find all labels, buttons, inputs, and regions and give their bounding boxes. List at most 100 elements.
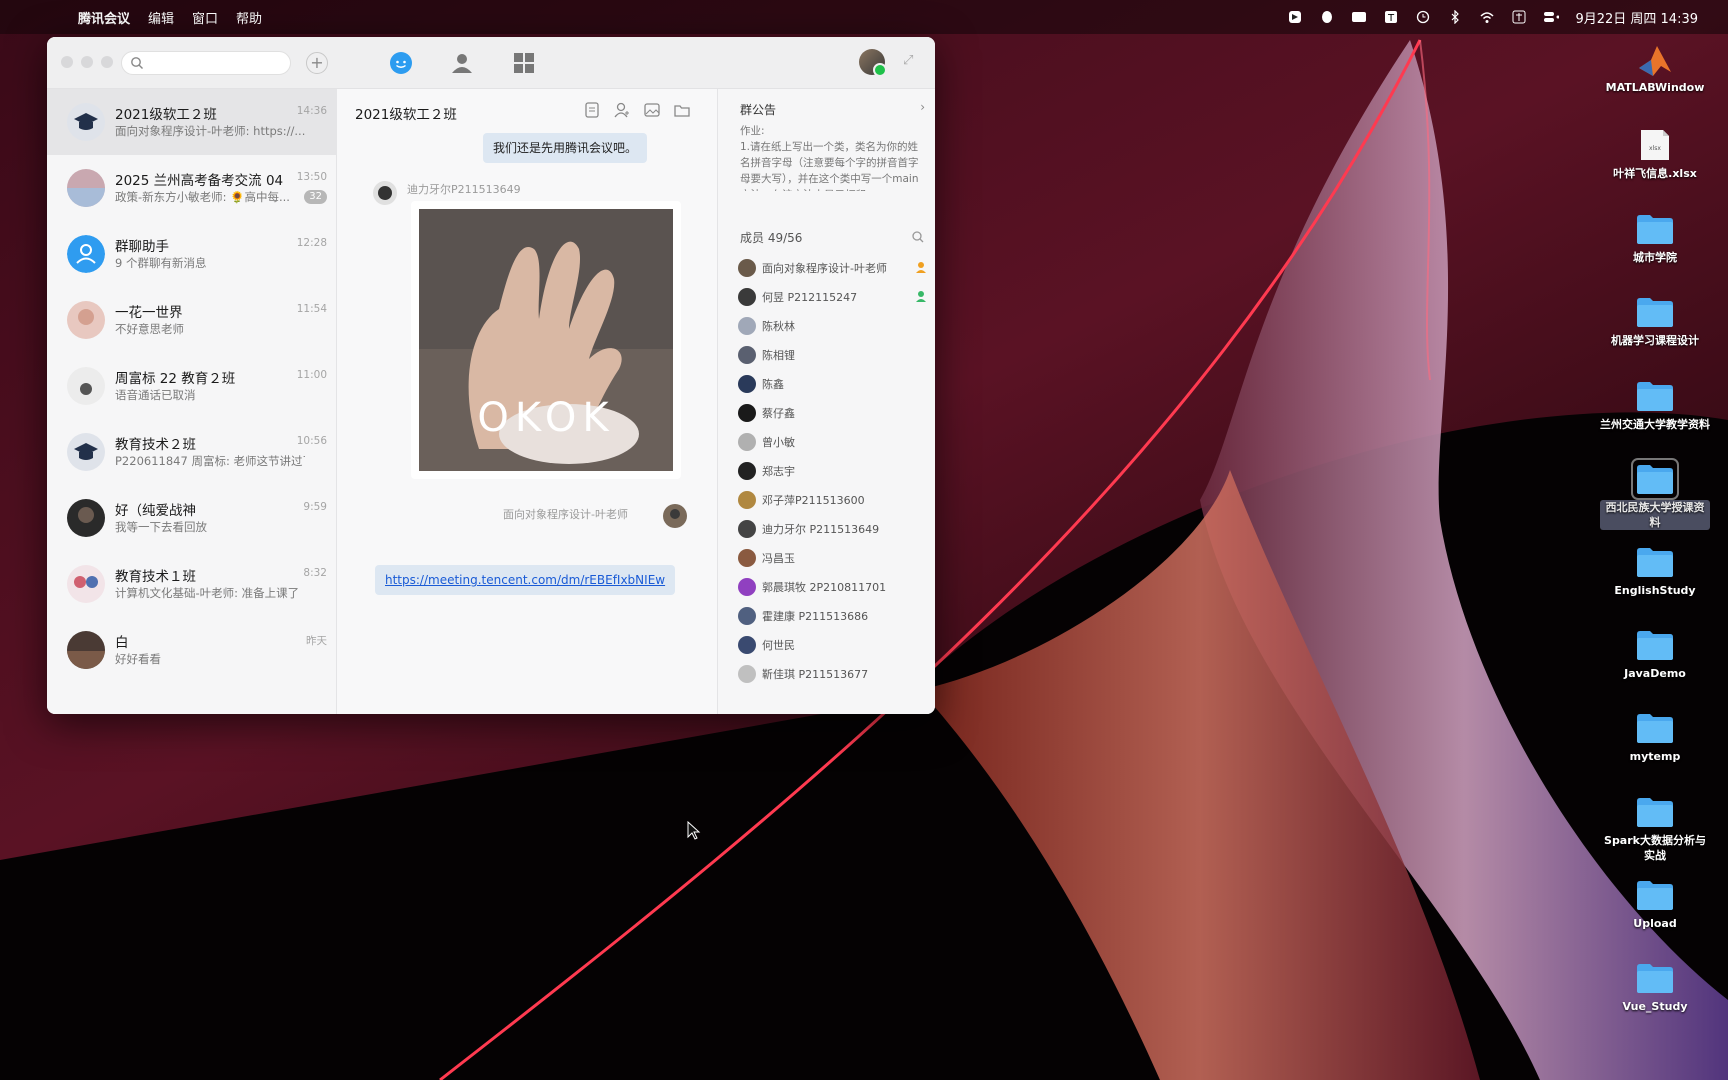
- conversation-item[interactable]: 2021级软工２班 面向对象程序设计-叶老师: https://... 14:3…: [47, 89, 337, 155]
- chat-tab-icon[interactable]: [388, 50, 414, 76]
- desktop-icon-folder[interactable]: 机器学习课程设计: [1600, 295, 1710, 348]
- gallery-icon[interactable]: [643, 101, 661, 119]
- desktop-icon-folder[interactable]: Upload: [1600, 878, 1710, 931]
- conversation-item[interactable]: 白 好好看看 昨天: [47, 617, 337, 683]
- unread-badge: 32: [304, 190, 327, 204]
- menu-edit[interactable]: 编辑: [148, 8, 174, 27]
- desktop-icon-folder[interactable]: 城市学院: [1600, 212, 1710, 265]
- group-info-panel: 群公告 › 作业: 1.请在纸上写出一个类，类名为你的姓名拼音字母（注意要每个字…: [717, 89, 935, 714]
- matlab-app-icon: [1635, 42, 1675, 76]
- add-member-icon[interactable]: [613, 101, 631, 119]
- member-name: 面向对象程序设计-叶老师: [762, 262, 887, 275]
- menu-help[interactable]: 帮助: [236, 8, 262, 27]
- image-message[interactable]: OKOK: [411, 201, 681, 479]
- conversation-item[interactable]: 好（纯爱战神 我等一下去看回放 9:59: [47, 485, 337, 551]
- member-item[interactable]: 冯昌玉: [738, 547, 928, 569]
- desktop-icon-label: Vue_Study: [1622, 1000, 1688, 1013]
- folder-icon: [1635, 711, 1675, 745]
- member-avatar: [738, 375, 756, 393]
- member-item[interactable]: 邓子萍P211513600: [738, 489, 928, 511]
- member-avatar: [738, 636, 756, 654]
- sender-avatar[interactable]: [663, 504, 687, 528]
- desktop-icon-label: Spark大数据分析与实战: [1604, 834, 1706, 862]
- zoom-window-button[interactable]: [101, 56, 113, 68]
- member-item[interactable]: 蔡仔鑫: [738, 402, 928, 424]
- sender-avatar[interactable]: [373, 181, 397, 205]
- folder-icon: [1635, 545, 1675, 579]
- menubar-clock[interactable]: 9月22日 周四 14:39: [1575, 8, 1698, 27]
- okok-sticker-image: OKOK: [419, 209, 673, 471]
- member-avatar: [738, 520, 756, 538]
- search-icon: [131, 57, 143, 69]
- minimize-window-button[interactable]: [81, 56, 93, 68]
- message-bubble[interactable]: 我们还是先用腾讯会议吧。: [483, 133, 648, 163]
- apps-tab-icon[interactable]: [511, 50, 537, 76]
- meeting-link[interactable]: https://meeting.tencent.com/dm/rEBEfIxbN…: [375, 565, 676, 595]
- add-button[interactable]: +: [306, 52, 328, 74]
- contact-avatar: [67, 301, 105, 339]
- conversation-preview: 面向对象程序设计-叶老师: https://...: [115, 124, 305, 138]
- conversation-time: 14:36: [296, 105, 327, 117]
- typora-icon[interactable]: T: [1383, 9, 1399, 25]
- member-item[interactable]: 何昱 P212115247: [738, 286, 928, 308]
- desktop-icon-folder[interactable]: EnglishStudy: [1600, 545, 1710, 598]
- member-item[interactable]: 陈鑫: [738, 373, 928, 395]
- expand-icon[interactable]: ⤢: [903, 53, 921, 71]
- desktop-icon-folder[interactable]: Spark大数据分析与实战: [1600, 795, 1710, 863]
- conversation-item[interactable]: 周富标 22 教育２班 语音通话已取消 11:00: [47, 353, 337, 419]
- member-item[interactable]: 陈秋林: [738, 315, 928, 337]
- member-avatar: [738, 346, 756, 364]
- member-avatar: [738, 317, 756, 335]
- member-name: 靳佳琪 P211513677: [762, 668, 869, 681]
- wifi-icon[interactable]: [1479, 9, 1495, 25]
- conversation-item[interactable]: 2025 兰州高考备考交流 04 政策-新东方小敏老师: 🌻高中每... 13:…: [47, 155, 337, 221]
- conversation-time: 昨天: [306, 635, 327, 647]
- contacts-tab-icon[interactable]: [449, 50, 475, 76]
- qq-icon[interactable]: [1319, 9, 1335, 25]
- conversation-preview: 不好意思老师: [115, 322, 184, 336]
- member-search-icon[interactable]: [911, 230, 925, 244]
- desktop-icon-matlab[interactable]: MATLABWindow: [1600, 42, 1710, 95]
- member-name: 郭晨琪牧 2P210811701: [762, 581, 887, 594]
- time-machine-icon[interactable]: [1415, 9, 1431, 25]
- member-item[interactable]: 郑志宇: [738, 460, 928, 482]
- desktop-icon-folder[interactable]: mytemp: [1600, 711, 1710, 764]
- conversation-preview: 好好看看: [115, 652, 161, 666]
- group-avatar: [67, 103, 105, 141]
- conversation-time: 12:28: [296, 237, 327, 249]
- menu-app-name[interactable]: 腾讯会议: [78, 8, 130, 27]
- member-item[interactable]: 霍建康 P211513686: [738, 605, 928, 627]
- desktop-icon-folder[interactable]: 兰州交通大学教学资料: [1600, 379, 1710, 432]
- member-item[interactable]: 面向对象程序设计-叶老师: [738, 257, 928, 279]
- desktop-icon-folder-selected[interactable]: 西北民族大学授课资料: [1600, 458, 1710, 530]
- conversation-item[interactable]: 教育技术１班 计算机文化基础-叶老师: 准备上课了 8:32: [47, 551, 337, 617]
- folder-icon[interactable]: [673, 101, 691, 119]
- notes-icon[interactable]: [583, 101, 601, 119]
- member-item[interactable]: 陈相锂: [738, 344, 928, 366]
- mouse-cursor-icon: [687, 821, 701, 840]
- member-item[interactable]: 靳佳琪 P211513677: [738, 663, 928, 685]
- desktop-icon-xlsx[interactable]: xlsx 叶祥飞信息.xlsx: [1600, 128, 1710, 181]
- contact-avatar: [67, 499, 105, 537]
- notice-title[interactable]: 群公告: [740, 101, 776, 118]
- menu-window[interactable]: 窗口: [192, 8, 218, 27]
- control-center-icon[interactable]: [1543, 9, 1560, 25]
- desktop-icon-folder[interactable]: JavaDemo: [1600, 628, 1710, 681]
- conversation-item[interactable]: 群聊助手 9 个群聊有新消息 12:28: [47, 221, 337, 287]
- conversation-item[interactable]: 一花一世界 不好意思老师 11:54: [47, 287, 337, 353]
- input-method-icon[interactable]: [1511, 9, 1527, 25]
- member-item[interactable]: 何世民: [738, 634, 928, 656]
- search-input[interactable]: [121, 51, 291, 75]
- chevron-right-icon[interactable]: ›: [920, 100, 925, 114]
- status-app-icon[interactable]: [1287, 9, 1303, 25]
- user-avatar[interactable]: [859, 49, 887, 77]
- member-item[interactable]: 曾小敏: [738, 431, 928, 453]
- member-item[interactable]: 郭晨琪牧 2P210811701: [738, 576, 928, 598]
- member-item[interactable]: 迪力牙尔 P211513649: [738, 518, 928, 540]
- bluetooth-icon[interactable]: [1447, 9, 1463, 25]
- desktop-icon-folder[interactable]: Vue_Study: [1600, 961, 1710, 1014]
- meeting-status-icon[interactable]: [1351, 9, 1367, 25]
- desktop-icon-label: 机器学习课程设计: [1611, 334, 1699, 347]
- conversation-item[interactable]: 教育技术２班 P220611847 周富标: 老师这节讲过了 10:56: [47, 419, 337, 485]
- close-window-button[interactable]: [61, 56, 73, 68]
